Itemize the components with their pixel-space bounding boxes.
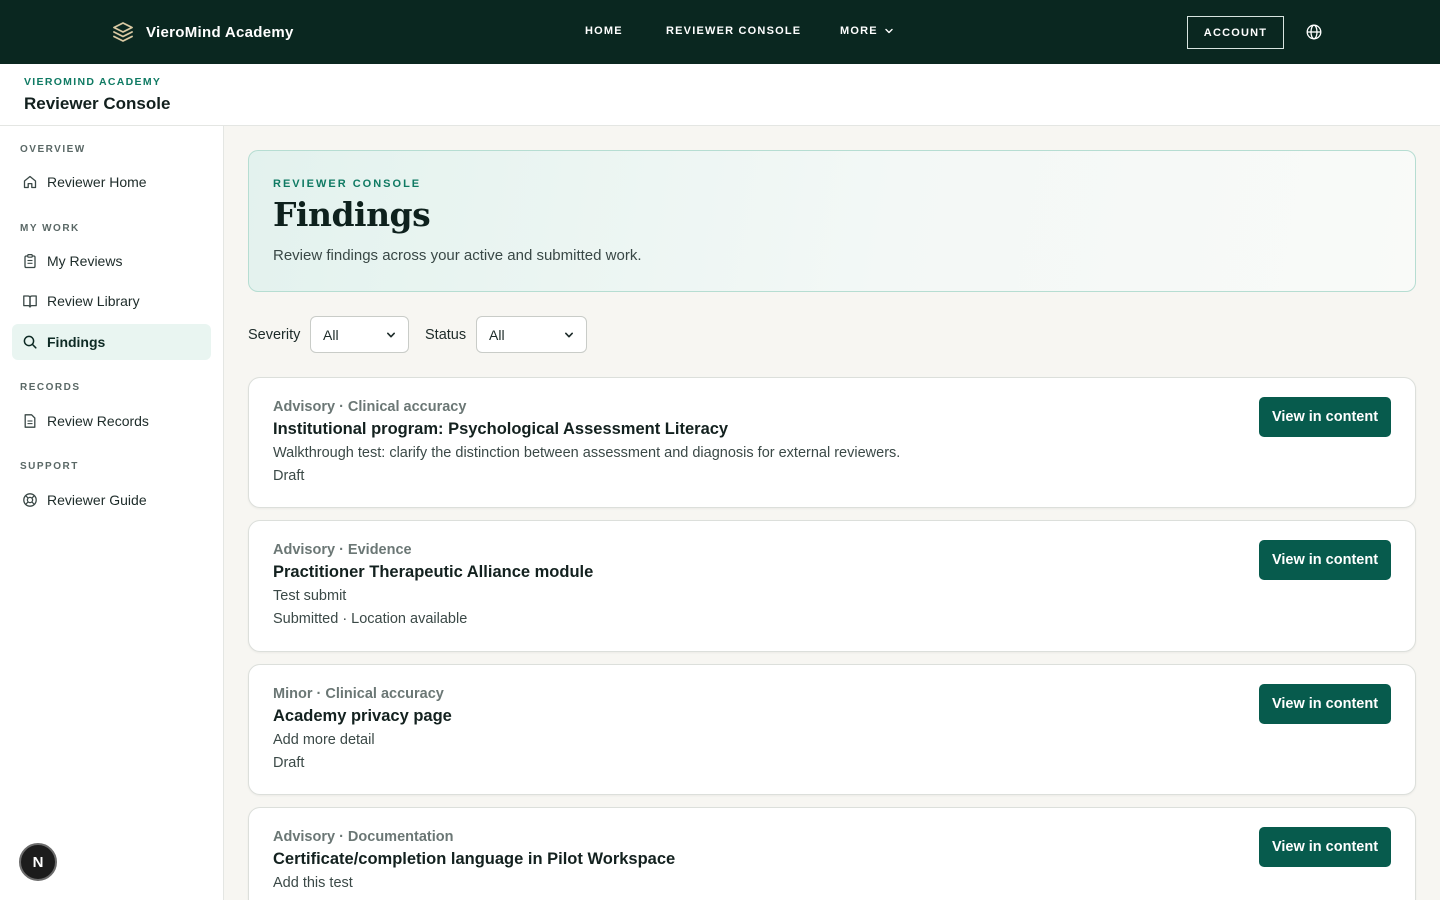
page-title: Findings <box>273 195 431 234</box>
finding-meta: Advisory · Clinical accuracy <box>273 399 467 415</box>
top-nav: VieroMind Academy HOME REVIEWER CONSOLE … <box>0 0 1440 64</box>
sidebar-item-my-reviews[interactable]: My Reviews <box>12 243 211 279</box>
brand[interactable]: VieroMind Academy <box>111 20 294 44</box>
finding-note: Walkthrough test: clarify the distinctio… <box>273 445 901 461</box>
sidebar-item-label: Review Library <box>47 293 140 309</box>
sidebar-section-overview: OVERVIEW <box>20 144 86 155</box>
nav-more-menu[interactable]: MORE <box>840 25 894 37</box>
home-icon <box>23 175 37 189</box>
finding-title: Academy privacy page <box>273 707 452 725</box>
dev-tools-badge[interactable]: N <box>19 843 57 881</box>
sidebar: OVERVIEW Reviewer Home MY WORK My Review… <box>0 126 224 900</box>
chevron-down-icon <box>885 28 893 34</box>
sidebar-item-findings[interactable]: Findings <box>12 324 211 360</box>
finding-card: Minor · Clinical accuracy Academy privac… <box>248 664 1416 795</box>
sidebar-section-my-work: MY WORK <box>20 223 80 234</box>
view-in-content-button[interactable]: View in content <box>1259 827 1391 867</box>
status-select-value: All <box>489 326 505 343</box>
finding-note: Add this test <box>273 875 353 891</box>
view-in-content-button[interactable]: View in content <box>1259 540 1391 580</box>
finding-meta: Minor · Clinical accuracy <box>273 686 444 702</box>
header-eyebrow: VIEROMIND ACADEMY <box>24 76 162 88</box>
header-title: Reviewer Console <box>24 94 171 113</box>
sidebar-item-label: My Reviews <box>47 253 123 269</box>
finding-card: Advisory · Clinical accuracy Institution… <box>248 377 1416 508</box>
hero-banner: REVIEWER CONSOLE Findings Review finding… <box>248 150 1416 292</box>
sidebar-item-label: Reviewer Guide <box>47 492 147 508</box>
finding-card: Advisory · Documentation Certificate/com… <box>248 807 1416 900</box>
severity-select-value: All <box>323 326 339 343</box>
page-description: Review findings across your active and s… <box>273 247 642 264</box>
brand-name: VieroMind Academy <box>146 23 294 41</box>
finding-status: Draft <box>273 755 305 771</box>
finding-status: Submitted · Location available <box>273 611 468 627</box>
sidebar-item-reviewer-home[interactable]: Reviewer Home <box>12 164 211 200</box>
clipboard-icon <box>24 254 36 269</box>
finding-title: Practitioner Therapeutic Alliance module <box>273 563 594 581</box>
finding-meta: Advisory · Evidence <box>273 542 412 558</box>
sidebar-section-records: RECORDS <box>20 382 81 393</box>
finding-card: Advisory · Evidence Practitioner Therape… <box>248 520 1416 652</box>
book-icon <box>23 295 37 308</box>
severity-select[interactable]: All <box>310 316 409 353</box>
view-in-content-button[interactable]: View in content <box>1259 684 1391 724</box>
nav-home-link[interactable]: HOME <box>585 25 623 37</box>
nav-reviewer-console-link[interactable]: REVIEWER CONSOLE <box>666 25 801 37</box>
finding-status: Draft <box>273 468 305 484</box>
sidebar-item-label: Findings <box>47 334 106 350</box>
sidebar-item-reviewer-guide[interactable]: Reviewer Guide <box>12 482 211 518</box>
status-select[interactable]: All <box>476 316 587 353</box>
sidebar-section-support: SUPPORT <box>20 461 79 472</box>
status-filter-label: Status <box>425 327 467 343</box>
sidebar-item-review-library[interactable]: Review Library <box>12 283 211 319</box>
lifebuoy-icon <box>23 493 37 507</box>
search-icon <box>23 335 37 349</box>
document-icon <box>24 414 36 428</box>
finding-note: Add more detail <box>273 732 375 748</box>
account-button[interactable]: ACCOUNT <box>1187 16 1284 49</box>
sidebar-item-label: Review Records <box>47 413 149 429</box>
finding-title: Institutional program: Psychological Ass… <box>273 420 729 438</box>
globe-icon[interactable] <box>1305 23 1323 41</box>
nav-more-label: MORE <box>840 25 878 37</box>
finding-title: Certificate/completion language in Pilot… <box>273 850 676 868</box>
finding-meta: Advisory · Documentation <box>273 829 454 845</box>
sidebar-item-review-records[interactable]: Review Records <box>12 403 211 439</box>
view-in-content-button[interactable]: View in content <box>1259 397 1391 437</box>
hero-eyebrow: REVIEWER CONSOLE <box>273 178 422 190</box>
severity-filter-label: Severity <box>248 327 301 343</box>
chevron-down-icon <box>565 332 573 337</box>
layers-logo-icon <box>113 22 133 42</box>
sidebar-item-label: Reviewer Home <box>47 174 147 190</box>
chevron-down-icon <box>387 332 395 337</box>
page-header: VIEROMIND ACADEMY Reviewer Console <box>0 64 1440 126</box>
finding-note: Test submit <box>273 588 347 604</box>
